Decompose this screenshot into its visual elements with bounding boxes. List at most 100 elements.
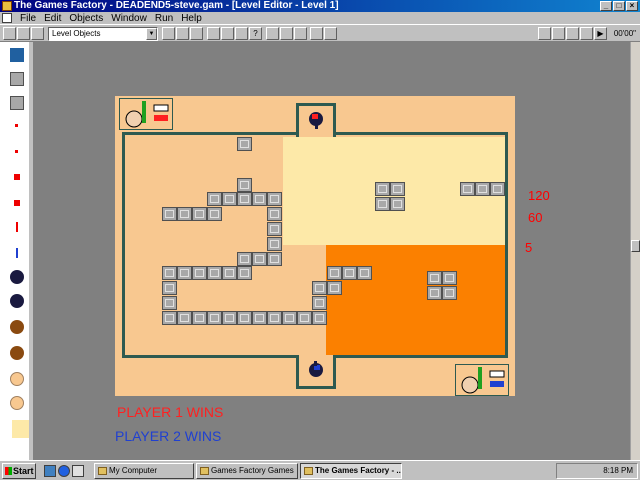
dot-object-icon[interactable] (15, 124, 18, 127)
wall-block[interactable] (237, 311, 252, 325)
level-editor-icon[interactable] (190, 27, 203, 40)
cut-icon[interactable] (266, 27, 279, 40)
object-tool-icon[interactable] (10, 48, 24, 62)
wall-block[interactable] (237, 178, 252, 192)
object-icon[interactable] (207, 27, 220, 40)
document-icon[interactable] (2, 13, 12, 23)
scroll-thumb[interactable] (631, 240, 640, 252)
vertical-scrollbar[interactable] (630, 42, 640, 460)
wall-block[interactable] (237, 137, 252, 151)
wall-block[interactable] (490, 182, 505, 196)
save-icon[interactable] (31, 27, 44, 40)
mail-icon[interactable] (72, 465, 84, 477)
wall-block[interactable] (327, 266, 342, 280)
player1-tank-icon[interactable] (306, 110, 326, 130)
browser-icon[interactable] (58, 465, 70, 477)
wall-block[interactable] (252, 192, 267, 206)
object-selector-dropdown[interactable]: Level Objects ▼ (48, 27, 158, 41)
run-level-icon[interactable] (538, 27, 551, 40)
wall-block[interactable] (312, 281, 327, 295)
wall-block[interactable] (375, 182, 390, 196)
info-icon[interactable] (235, 27, 248, 40)
wall-block[interactable] (162, 311, 177, 325)
wall-block[interactable] (297, 311, 312, 325)
wall-block[interactable] (222, 266, 237, 280)
menu-file[interactable]: File (16, 13, 40, 24)
player2-start-box[interactable] (455, 364, 509, 396)
wall-block[interactable] (267, 252, 282, 266)
wall-block[interactable] (177, 266, 192, 280)
menu-objects[interactable]: Objects (65, 13, 107, 24)
wall-block[interactable] (390, 197, 405, 211)
wall-block[interactable] (267, 311, 282, 325)
red-bar-icon[interactable] (16, 222, 18, 232)
cross-object-icon[interactable] (14, 200, 20, 206)
wall-block[interactable] (237, 252, 252, 266)
player2-tank-icon[interactable] (306, 360, 326, 380)
wall-block[interactable] (237, 266, 252, 280)
frame-editor-icon[interactable] (176, 27, 189, 40)
wall-block[interactable] (192, 266, 207, 280)
wall-block[interactable] (162, 266, 177, 280)
step-icon[interactable] (552, 27, 565, 40)
wall-block[interactable] (222, 192, 237, 206)
wall-block[interactable] (312, 311, 327, 325)
character-icon[interactable] (10, 346, 24, 360)
wall-block[interactable] (427, 286, 442, 300)
menu-help[interactable]: Help (177, 13, 206, 24)
wall-block[interactable] (357, 266, 372, 280)
wall-block[interactable] (267, 222, 282, 236)
minimize-button[interactable]: _ (600, 1, 612, 11)
wall-block[interactable] (312, 296, 327, 310)
wall-block[interactable] (442, 271, 457, 285)
player1-tank-icon[interactable] (10, 270, 24, 284)
character-icon[interactable] (10, 320, 24, 334)
yellow-backdrop-icon[interactable] (12, 420, 30, 438)
wall-block[interactable] (267, 207, 282, 221)
object-panel-scrollbar[interactable] (29, 42, 33, 462)
menu-run[interactable]: Run (151, 13, 177, 24)
blue-bar-icon[interactable] (16, 248, 18, 258)
redo-icon[interactable] (324, 27, 337, 40)
chevron-down-icon[interactable]: ▼ (146, 28, 157, 40)
wall-block[interactable] (237, 192, 252, 206)
wall-block[interactable] (207, 192, 222, 206)
menu-edit[interactable]: Edit (40, 13, 65, 24)
new-file-icon[interactable] (3, 27, 16, 40)
menu-window[interactable]: Window (107, 13, 151, 24)
maximize-button[interactable]: □ (613, 1, 625, 11)
wall-block[interactable] (192, 311, 207, 325)
wall-block[interactable] (252, 252, 267, 266)
undo-icon[interactable] (310, 27, 323, 40)
wall-block[interactable] (442, 286, 457, 300)
peach-circle-icon[interactable] (10, 396, 24, 410)
storyboard-icon[interactable] (162, 27, 175, 40)
wall-block[interactable] (177, 207, 192, 221)
wall-block[interactable] (177, 311, 192, 325)
paste-icon[interactable] (294, 27, 307, 40)
close-button[interactable]: × (626, 1, 638, 11)
wall-block[interactable] (460, 182, 475, 196)
wall-block[interactable] (252, 311, 267, 325)
player2-tank-icon[interactable] (10, 294, 24, 308)
wall-block[interactable] (162, 281, 177, 295)
wall-block[interactable] (342, 266, 357, 280)
cross-object-icon[interactable] (14, 174, 20, 180)
wall-block-icon[interactable] (10, 72, 24, 86)
play-icon[interactable]: ▶ (594, 27, 607, 40)
dot-object-icon[interactable] (15, 150, 18, 153)
wall-block[interactable] (475, 182, 490, 196)
wall-block[interactable] (192, 207, 207, 221)
wall-block[interactable] (207, 207, 222, 221)
properties-icon[interactable] (221, 27, 234, 40)
open-folder-icon[interactable] (17, 27, 30, 40)
wall-block[interactable] (207, 266, 222, 280)
wall-block[interactable] (162, 207, 177, 221)
desktop-icon[interactable] (44, 465, 56, 477)
wall-block[interactable] (267, 237, 282, 251)
copy-icon[interactable] (280, 27, 293, 40)
wall-block[interactable] (427, 271, 442, 285)
record-icon[interactable] (580, 27, 593, 40)
wall-block[interactable] (282, 311, 297, 325)
pause-icon[interactable] (566, 27, 579, 40)
